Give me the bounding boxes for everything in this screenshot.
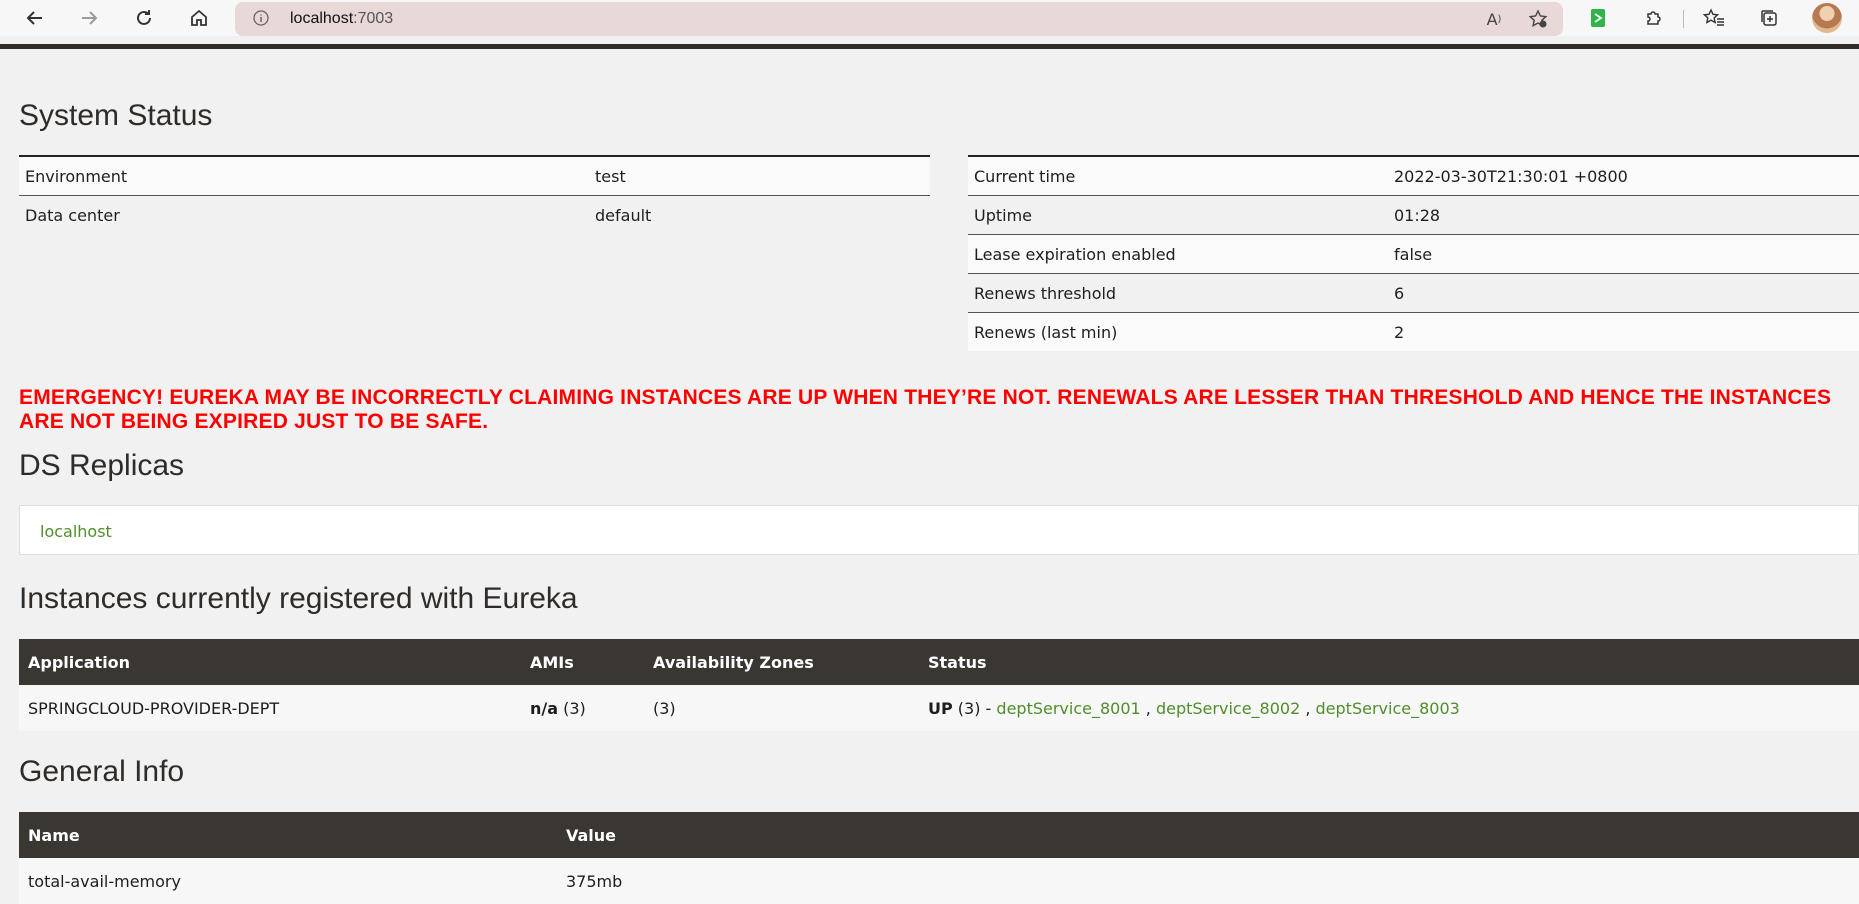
instances-title: Instances currently registered with Eure… <box>19 582 578 615</box>
status-label: Data center <box>19 195 589 234</box>
read-aloud-label: A <box>1486 9 1498 29</box>
collections-icon[interactable] <box>1753 4 1785 32</box>
general-info-title: General Info <box>19 755 185 788</box>
status-row: Data center default <box>19 195 930 234</box>
header-amis: AMIs <box>521 639 644 685</box>
favorites-icon[interactable] <box>1698 4 1730 32</box>
system-status-left-table: Environment test Data center default <box>19 155 930 234</box>
application-name: SPRINGCLOUD-PROVIDER-DEPT <box>19 685 521 731</box>
forward-button[interactable] <box>71 4 107 32</box>
amis-value: n/a <box>530 698 559 718</box>
home-button[interactable] <box>181 4 217 32</box>
table-header-row: Application AMIs Availability Zones Stat… <box>19 639 1859 685</box>
status-value: false <box>1388 234 1859 274</box>
table-row: total-avail-memory 375mb <box>19 858 1859 904</box>
status-label: Environment <box>19 155 589 196</box>
header-availability-zones: Availability Zones <box>644 639 919 685</box>
table-row: SPRINGCLOUD-PROVIDER-DEPT n/a (3) (3) UP… <box>19 685 1859 731</box>
ds-replicas-title: DS Replicas <box>19 449 185 482</box>
read-aloud-icon[interactable]: A) <box>1482 8 1506 30</box>
header-value: Value <box>557 812 1859 858</box>
status-value: default <box>589 195 930 234</box>
status-cell: UP (3) - deptService_8001 , deptService_… <box>919 685 1859 731</box>
status-label: Renews (last min) <box>968 312 1388 351</box>
info-value: 375mb <box>557 858 1859 904</box>
system-status-right-table: Current time 2022-03-30T21:30:01 +0800 U… <box>968 155 1859 351</box>
status-row: Lease expiration enabled false <box>968 234 1859 274</box>
back-arrow-icon <box>26 11 42 25</box>
url-host: localhost <box>290 10 354 27</box>
status-value: test <box>589 155 930 196</box>
status-value: 6 <box>1388 273 1859 313</box>
profile-avatar[interactable] <box>1812 3 1842 33</box>
zones-cell: (3) <box>644 685 919 731</box>
status-label: Renews threshold <box>968 273 1388 313</box>
status-label: Lease expiration enabled <box>968 234 1388 274</box>
info-name: total-avail-memory <box>19 858 557 904</box>
back-button[interactable] <box>17 4 53 32</box>
url-text[interactable]: localhost:7003 <box>290 10 393 28</box>
system-status-title: System Status <box>19 99 213 132</box>
status-row: Renews (last min) 2 <box>968 312 1859 351</box>
header-application: Application <box>19 639 521 685</box>
status-prefix: (3) - <box>952 698 997 718</box>
link-separator: , <box>1140 698 1156 718</box>
header-name: Name <box>19 812 557 858</box>
forward-arrow-icon <box>82 11 98 25</box>
header-status: Status <box>919 639 1859 685</box>
extension-green-icon[interactable] <box>1582 4 1614 32</box>
general-info-table: Name Value total-avail-memory 375mb <box>19 812 1859 904</box>
status-value: 2022-03-30T21:30:01 +0800 <box>1388 155 1859 196</box>
amis-cell: n/a (3) <box>521 685 644 731</box>
status-label: Uptime <box>968 195 1388 235</box>
status-value: 01:28 <box>1388 195 1859 235</box>
address-bar[interactable]: localhost:7003 A) <box>235 2 1563 36</box>
status-row: Uptime 01:28 <box>968 195 1859 235</box>
emergency-warning: EMERGENCY! EUREKA MAY BE INCORRECTLY CLA… <box>19 386 1832 433</box>
instance-link-8003[interactable]: deptService_8003 <box>1316 699 1460 718</box>
link-separator: , <box>1300 698 1316 718</box>
refresh-icon <box>137 10 151 25</box>
url-port: :7003 <box>353 10 394 27</box>
browser-toolbar: localhost:7003 A) <box>0 0 1859 36</box>
home-icon <box>191 9 207 26</box>
status-up: UP <box>928 698 953 718</box>
status-value: 2 <box>1388 312 1859 351</box>
ds-replicas-list: localhost <box>19 505 1859 555</box>
refresh-button[interactable] <box>126 4 162 32</box>
replica-link-localhost[interactable]: localhost <box>40 522 112 541</box>
status-label: Current time <box>968 155 1388 196</box>
status-row: Renews threshold 6 <box>968 273 1859 313</box>
extensions-puzzle-icon[interactable] <box>1638 4 1670 32</box>
toolbar-divider <box>1683 10 1684 28</box>
instances-table: Application AMIs Availability Zones Stat… <box>19 639 1859 731</box>
favorite-add-icon[interactable] <box>1526 8 1550 30</box>
instance-link-8001[interactable]: deptService_8001 <box>996 699 1140 718</box>
status-row: Environment test <box>19 155 930 196</box>
instance-link-8002[interactable]: deptService_8002 <box>1156 699 1300 718</box>
status-row: Current time 2022-03-30T21:30:01 +0800 <box>968 155 1859 196</box>
page-top-bar <box>0 44 1859 49</box>
table-header-row: Name Value <box>19 812 1859 858</box>
amis-count: (3) <box>558 698 586 718</box>
info-icon[interactable] <box>253 10 269 26</box>
